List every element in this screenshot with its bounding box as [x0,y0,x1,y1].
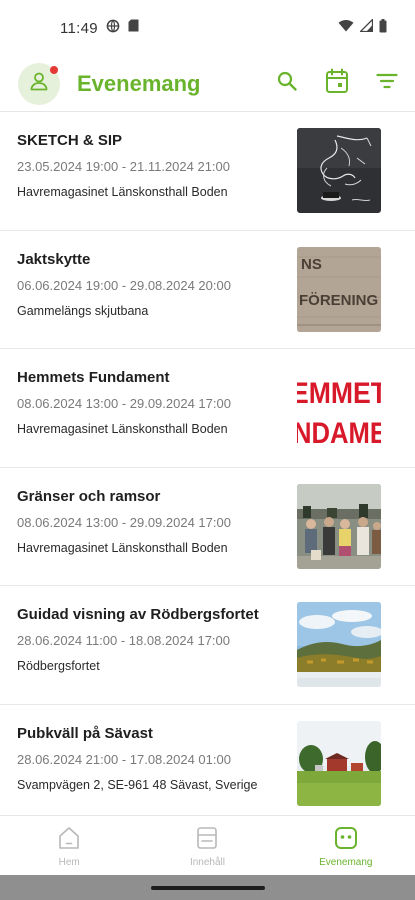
event-thumbnail [297,483,381,569]
event-card[interactable]: Hemmets Fundament 08.06.2024 13:00 - 29.… [0,349,415,468]
content-icon [196,826,218,855]
app-bar: Evenemang [0,56,415,112]
event-title: Hemmets Fundament [17,369,170,386]
nav-item-content[interactable]: Innehåll [138,816,276,875]
event-title: Jaktskytte [17,250,91,268]
sim-card-icon [128,19,139,37]
event-venue: Rödbergsfortet [17,659,100,673]
nav-item-home[interactable]: Hem [0,816,138,875]
event-card[interactable]: Jaktskytte 06.06.2024 19:00 - 29.08.2024… [0,231,415,349]
event-thumbnail [297,720,381,806]
bottom-navigation: Hem Innehåll Evenemang [0,815,415,875]
event-title: Pubkväll på Sävast [17,724,153,742]
nav-label: Hem [58,857,80,868]
event-card[interactable]: Guidad visning av Rödbergsfortet 28.06.2… [0,586,415,705]
calendar-icon [325,68,349,99]
event-card[interactable]: Pubkväll på Sävast 28.06.2024 21:00 - 17… [0,705,415,816]
event-thumbnail [297,602,381,687]
sign-text-line1: NS [301,256,322,273]
signal-icon [358,17,374,37]
wifi-icon [338,19,354,37]
notification-dot [50,65,58,74]
event-venue: Svampvägen 2, SE-961 48 Sävast, Sverige [17,777,258,792]
user-icon [28,70,50,97]
event-dates: 08.06.2024 13:00 - 29.09.2024 17:00 [17,396,231,411]
event-thumbnail: NS FÖRENING [297,246,381,332]
event-thumbnail [297,128,381,213]
filter-icon [376,72,398,95]
gesture-handle[interactable] [150,885,265,890]
event-venue: Gammelängs skjutbana [17,303,149,318]
nav-item-events[interactable]: Evenemang [277,816,415,875]
search-button[interactable] [262,59,312,109]
poster-text-line1: EMMET [297,377,381,410]
event-card[interactable]: SKETCH & SIP 23.05.2024 19:00 - 21.11.20… [0,112,415,231]
event-dates: 28.06.2024 21:00 - 17.08.2024 01:00 [17,751,231,767]
search-icon [276,70,298,97]
event-venue: Havremagasinet Länskonsthall Boden [17,422,228,436]
event-dates: 08.06.2024 13:00 - 29.09.2024 17:00 [17,514,231,530]
gesture-bar [0,875,415,900]
vpn-globe-icon [106,19,120,38]
filter-button[interactable] [362,59,412,109]
status-time: 11:49 [60,19,98,37]
home-icon [58,826,80,855]
event-venue: Havremagasinet Länskonsthall Boden [17,185,228,199]
event-title: SKETCH & SIP [17,132,123,149]
event-title: Guidad visning av Rödbergsfortet [17,606,259,623]
nav-label: Innehåll [189,857,225,868]
page-title: Evenemang [77,70,201,96]
poster-text-line2: NDAME [297,417,381,450]
status-bar: 11:49 [0,0,415,56]
event-thumbnail: EMMET NDAME [297,365,381,450]
event-venue: Havremagasinet Länskonsthall Boden [17,540,228,555]
event-dates: 23.05.2024 19:00 - 21.11.2024 21:00 [17,159,231,174]
profile-avatar-button[interactable] [18,62,60,105]
sign-text-line2: FÖRENING [299,292,378,309]
nav-label: Evenemang [319,857,373,868]
event-dates: 28.06.2024 11:00 - 18.08.2024 17:00 [17,633,231,648]
event-title: Gränser och ramsor [17,487,161,505]
event-dates: 06.06.2024 19:00 - 29.08.2024 20:00 [17,277,231,293]
event-list: SKETCH & SIP 23.05.2024 19:00 - 21.11.20… [0,112,415,815]
event-card[interactable]: Gränser och ramsor 08.06.2024 13:00 - 29… [0,468,415,586]
events-icon [334,826,358,855]
battery-icon [379,18,387,38]
calendar-button[interactable] [312,59,362,109]
